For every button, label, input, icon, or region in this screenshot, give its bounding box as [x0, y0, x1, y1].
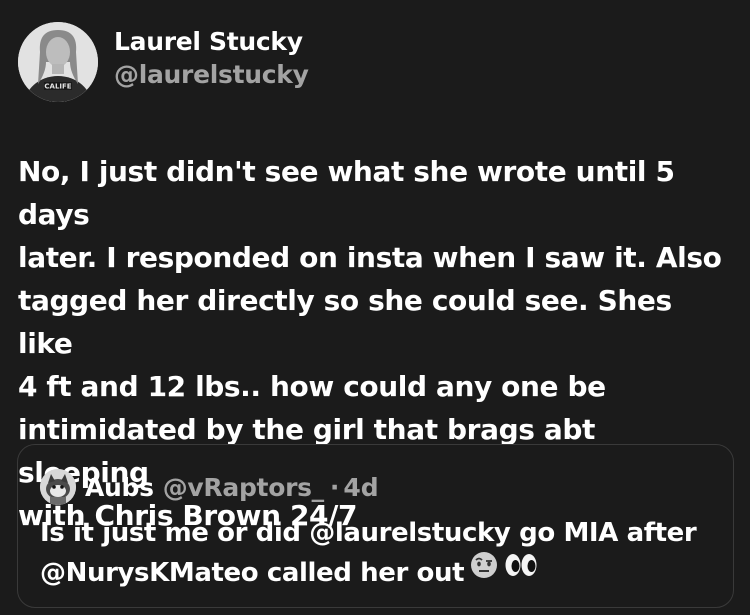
- quoted-author-display-name[interactable]: Aubs: [85, 473, 154, 502]
- quoted-tweet-text: Is it just me or did @laurelstucky go MI…: [40, 513, 720, 594]
- quoted-separator: ·: [329, 472, 340, 502]
- quoted-author-avatar[interactable]: [40, 469, 76, 505]
- eyes-icon: [504, 551, 538, 591]
- author-display-name[interactable]: Laurel Stucky: [114, 26, 309, 58]
- author-avatar[interactable]: CALIFE: [18, 22, 98, 102]
- quoted-tweet[interactable]: Aubs @vRaptors_ · 4d Is it just me or di…: [17, 444, 734, 608]
- avatar-shirt-text: CALIFE: [44, 83, 71, 91]
- quoted-author-handle[interactable]: @vRaptors_: [163, 473, 324, 502]
- avatar-image: CALIFE: [18, 22, 98, 102]
- quoted-timestamp[interactable]: 4d: [343, 473, 378, 502]
- quoted-tweet-body: Is it just me or did @laurelstucky go MI…: [40, 518, 697, 588]
- face-with-raised-eyebrow-icon: [470, 551, 498, 591]
- quoted-avatar-image: [40, 469, 76, 505]
- author-handle[interactable]: @laurelstucky: [114, 58, 309, 92]
- quoted-tweet-header: Aubs @vRaptors_ · 4d: [40, 469, 379, 505]
- tweet-header: CALIFE Laurel Stucky @laurelstucky: [18, 22, 309, 102]
